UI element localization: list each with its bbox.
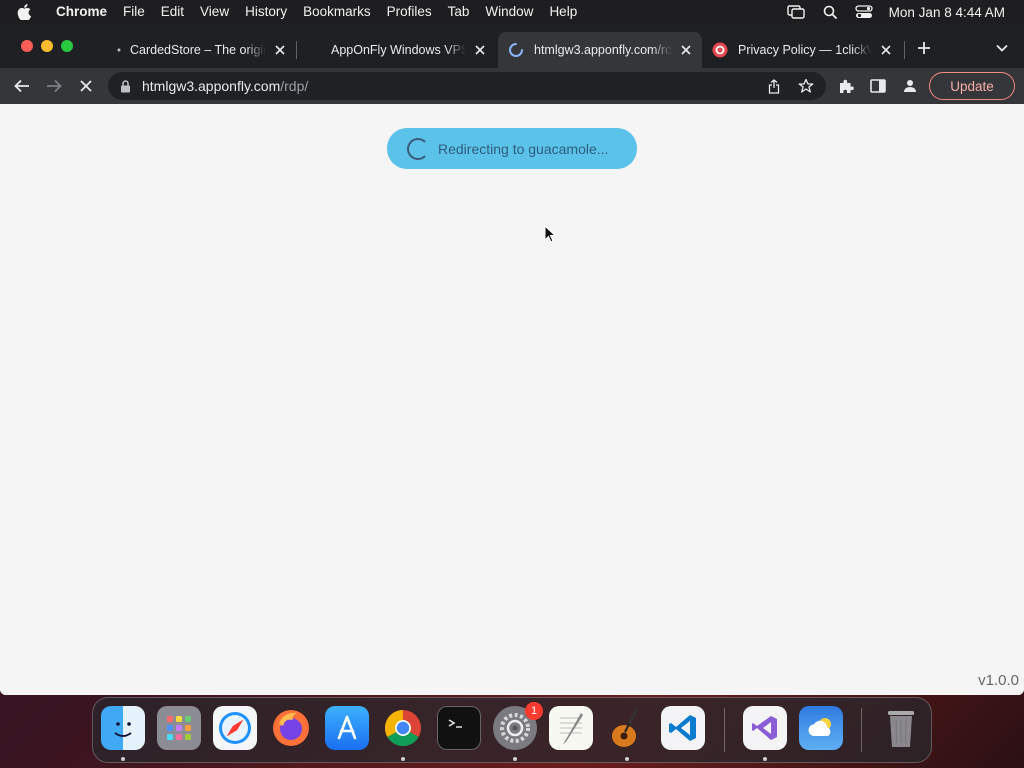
dot-icon: [116, 42, 122, 58]
redirect-message: Redirecting to guacamole...: [438, 140, 609, 157]
textedit-icon[interactable]: [549, 706, 593, 750]
running-indicator: [121, 757, 125, 761]
launchpad-icon[interactable]: [157, 706, 201, 750]
window-zoom-button[interactable]: [61, 40, 73, 52]
dock-divider: [724, 708, 725, 752]
menu-window[interactable]: Window: [477, 0, 541, 24]
running-indicator: [401, 757, 405, 761]
vscode-icon[interactable]: [661, 706, 705, 750]
tab-close-icon[interactable]: [678, 42, 694, 58]
menu-bookmarks[interactable]: Bookmarks: [295, 0, 379, 24]
version-label: v1.0.0: [978, 672, 1019, 689]
tab-title: AppOnFly Windows VPS: [331, 43, 466, 57]
menubar-clock[interactable]: Mon Jan 8 4:44 AM: [881, 5, 1024, 20]
menu-tab[interactable]: Tab: [440, 0, 478, 24]
chrome-icon[interactable]: [381, 706, 425, 750]
terminal-icon[interactable]: [437, 706, 481, 750]
tab-close-icon[interactable]: [272, 42, 288, 58]
menu-app-name[interactable]: Chrome: [48, 0, 115, 24]
menu-history[interactable]: History: [237, 0, 295, 24]
url-text: htmlgw3.apponfly.com/rdp/: [142, 78, 308, 94]
screen-mirroring-icon[interactable]: [779, 0, 813, 24]
tab-title: Privacy Policy — 1clickVPS: [738, 43, 872, 57]
menu-edit[interactable]: Edit: [153, 0, 192, 24]
notification-badge: 1: [525, 702, 543, 720]
browser-window: CardedStore – The original AppOnFly Wind…: [0, 24, 1024, 695]
tab-close-icon[interactable]: [472, 42, 488, 58]
tab-strip: CardedStore – The original AppOnFly Wind…: [0, 24, 1024, 68]
tab-search-chevron-down-icon[interactable]: [992, 38, 1012, 58]
side-panel-icon[interactable]: [866, 74, 890, 98]
running-indicator: [625, 757, 629, 761]
forward-arrow-icon[interactable]: [42, 74, 66, 98]
dock: 1: [92, 697, 932, 763]
trash-icon[interactable]: [879, 706, 923, 750]
menu-profiles[interactable]: Profiles: [379, 0, 440, 24]
profile-avatar-icon[interactable]: [898, 74, 922, 98]
new-tab-plus-icon[interactable]: [914, 38, 934, 58]
spotlight-search-icon[interactable]: [813, 0, 847, 24]
safari-icon[interactable]: [213, 706, 257, 750]
garageband-guitar-icon[interactable]: [605, 706, 649, 750]
menu-file[interactable]: File: [115, 0, 153, 24]
red-circle-icon: [712, 42, 728, 58]
stop-loading-x-icon[interactable]: [74, 74, 98, 98]
menu-help[interactable]: Help: [541, 0, 585, 24]
bookmark-star-icon[interactable]: [796, 76, 816, 96]
dock-divider: [861, 708, 862, 752]
address-bar[interactable]: htmlgw3.apponfly.com/rdp/: [108, 72, 826, 100]
desktop: Chrome File Edit View History Bookmarks …: [0, 0, 1024, 768]
menu-bar: Chrome File Edit View History Bookmarks …: [0, 0, 1024, 24]
page-content: Redirecting to guacamole... v1.0.0: [0, 104, 1024, 695]
visual-studio-icon[interactable]: [743, 706, 787, 750]
lock-icon[interactable]: [120, 79, 134, 93]
url-path: /rdp/: [280, 78, 309, 94]
back-arrow-icon[interactable]: [10, 74, 34, 98]
menu-view[interactable]: View: [192, 0, 237, 24]
share-icon[interactable]: [764, 76, 784, 96]
url-host: htmlgw3.apponfly.com: [142, 78, 281, 94]
tab-apponfly[interactable]: AppOnFly Windows VPS: [298, 32, 496, 68]
running-indicator: [513, 757, 517, 761]
mouse-cursor-icon: [544, 225, 556, 243]
window-minimize-button[interactable]: [41, 40, 53, 52]
apple-menu-icon[interactable]: [0, 0, 48, 24]
tab-title: htmlgw3.apponfly.com/rdp/: [534, 43, 672, 57]
extensions-puzzle-icon[interactable]: [834, 74, 858, 98]
weather-icon[interactable]: [799, 706, 843, 750]
control-center-icon[interactable]: [847, 0, 881, 24]
tab-separator: [904, 41, 905, 59]
finder-icon[interactable]: [101, 706, 145, 750]
running-indicator: [763, 757, 767, 761]
tab-privacy-policy[interactable]: Privacy Policy — 1clickVPS: [702, 32, 902, 68]
tab-title: CardedStore – The original: [130, 43, 266, 57]
loading-spinner-icon: [508, 42, 524, 58]
tab-htmlgw3-active[interactable]: htmlgw3.apponfly.com/rdp/: [498, 32, 702, 68]
firefox-icon[interactable]: [269, 706, 313, 750]
update-button[interactable]: Update: [929, 72, 1015, 100]
app-store-icon[interactable]: [325, 706, 369, 750]
browser-toolbar: htmlgw3.apponfly.com/rdp/ Update: [0, 68, 1024, 104]
loading-spinner-icon: [407, 137, 429, 160]
tab-close-icon[interactable]: [878, 42, 894, 58]
tab-cardedstore[interactable]: CardedStore – The original: [100, 32, 296, 68]
tab-separator: [296, 41, 297, 59]
redirect-status-pill: Redirecting to guacamole...: [387, 128, 637, 169]
window-close-button[interactable]: [21, 40, 33, 52]
